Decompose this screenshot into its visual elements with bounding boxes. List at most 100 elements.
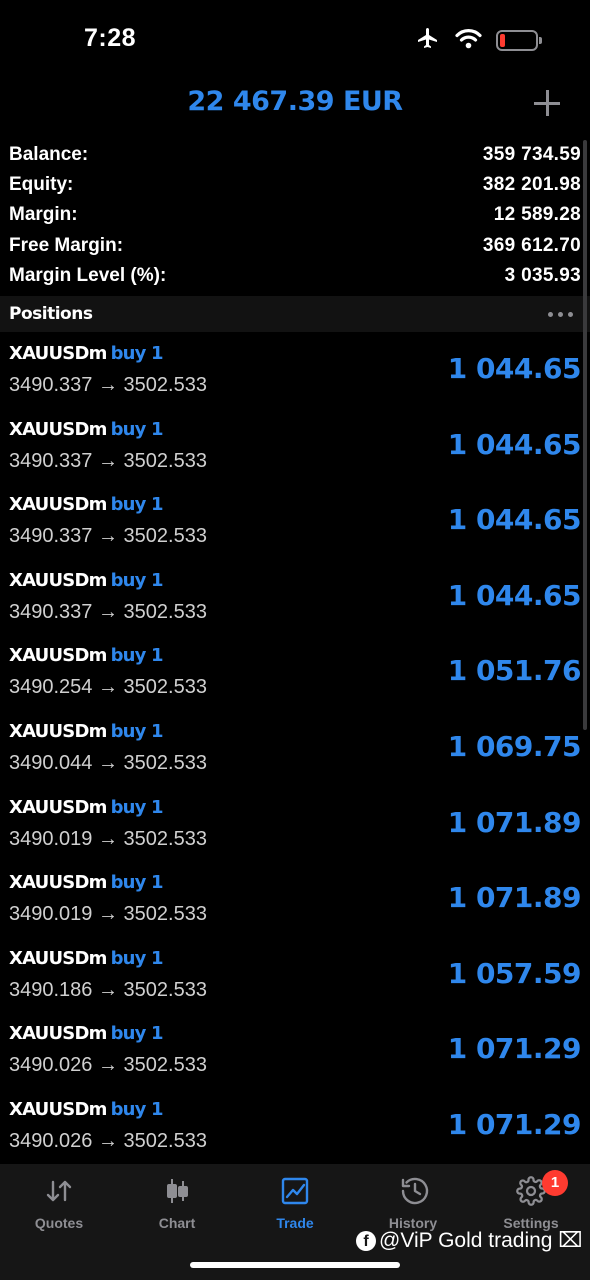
airplane-icon <box>415 26 441 55</box>
position-prices: 3490.337 → 3502.533 <box>9 525 207 548</box>
position-prices: 3490.019 → 3502.533 <box>9 827 207 850</box>
summary-label: Free Margin: <box>9 234 124 256</box>
account-profit-title: 22 467.39 EUR <box>187 86 403 117</box>
position-profit: 1 044.65 <box>447 352 582 385</box>
watermark: f @ViP Gold trading ⌧ <box>356 1228 583 1253</box>
position-row[interactable]: XAUUSDm buy 1 3490.026 → 3502.533 1 071.29 <box>0 1012 590 1088</box>
summary-value: 12 589.28 <box>493 204 581 226</box>
app-header: 22 467.39 EUR <box>0 80 590 130</box>
account-summary: Balance: 359 734.59 Equity: 382 201.98 Margi… <box>0 140 590 291</box>
position-type: buy 1 <box>110 947 164 969</box>
summary-value: 369 612.70 <box>482 234 581 256</box>
tab-label: Trade <box>276 1215 314 1231</box>
summary-label: Equity: <box>9 174 74 196</box>
position-type: buy 1 <box>110 343 164 364</box>
position-row[interactable]: XAUUSDm buy 1 3490.019 → 3502.533 1 071.89 <box>0 786 590 862</box>
position-profit: 1 071.29 <box>447 1032 582 1066</box>
scrollbar[interactable] <box>583 140 587 730</box>
more-dots-icon[interactable] <box>548 311 573 317</box>
position-profit: 1 057.59 <box>447 956 582 990</box>
candlestick-chart-icon <box>162 1176 192 1206</box>
position-profit: 1 044.65 <box>447 503 582 537</box>
position-prices: 3490.254 → 3502.533 <box>9 676 207 699</box>
position-type: buy 1 <box>110 645 164 667</box>
positions-list: XAUUSDm buy 1 3490.337 → 3502.533 1 044.65 X… <box>0 332 590 1164</box>
tab-trade[interactable]: Trade <box>236 1164 354 1244</box>
summary-value: 3 035.93 <box>504 264 581 286</box>
position-title: XAUUSDm buy 1 <box>9 796 164 818</box>
status-bar: 7:28 <box>0 0 590 80</box>
summary-row: Margin: 12 589.28 <box>0 200 590 230</box>
position-title: XAUUSDm buy 1 <box>9 494 164 516</box>
position-prices: 3490.337 → 3502.533 <box>9 600 207 623</box>
position-row[interactable]: XAUUSDm buy 1 3490.254 → 3502.533 1 051.76 <box>0 634 590 710</box>
position-profit: 1 071.29 <box>447 1107 582 1141</box>
position-type: buy 1 <box>110 418 164 440</box>
tab-label: Chart <box>158 1215 196 1231</box>
summary-value: 382 201.98 <box>482 174 581 196</box>
plus-icon[interactable] <box>532 88 562 118</box>
position-title: XAUUSDm buy 1 <box>9 569 164 591</box>
position-type: buy 1 <box>110 494 164 516</box>
tab-chart[interactable]: Chart <box>118 1164 236 1244</box>
position-prices: 3490.337 → 3502.533 <box>9 449 207 472</box>
position-profit: 1 044.65 <box>447 427 582 461</box>
position-type: buy 1 <box>110 796 164 818</box>
position-symbol: XAUUSDm <box>9 494 107 516</box>
position-row[interactable]: XAUUSDm buy 1 3490.019 → 3502.533 1 071.89 <box>0 861 590 937</box>
quotes-arrows-icon <box>44 1176 74 1206</box>
position-profit: 1 044.65 <box>447 578 582 612</box>
position-row[interactable]: XAUUSDm buy 1 3490.337 → 3502.533 1 044.65 <box>0 559 590 635</box>
wifi-icon <box>455 28 482 54</box>
summary-row: Free Margin: 369 612.70 <box>0 231 590 261</box>
position-prices: 3490.026 → 3502.533 <box>9 1129 207 1152</box>
position-title: XAUUSDm buy 1 <box>9 1098 164 1120</box>
tab-label: Quotes <box>34 1215 84 1231</box>
summary-row: Balance: 359 734.59 <box>0 140 590 170</box>
position-profit: 1 069.75 <box>447 729 582 763</box>
position-symbol: XAUUSDm <box>9 645 107 667</box>
position-symbol: XAUUSDm <box>9 343 107 364</box>
position-row[interactable]: XAUUSDm buy 1 3490.026 → 3502.533 1 071.29 <box>0 1088 590 1164</box>
summary-label: Margin: <box>9 204 78 226</box>
position-row[interactable]: XAUUSDm buy 1 3490.044 → 3502.533 1 069.75 <box>0 710 590 786</box>
position-type: buy 1 <box>110 720 164 742</box>
tab-quotes[interactable]: Quotes <box>0 1164 118 1244</box>
position-profit: 1 071.89 <box>447 805 582 839</box>
position-type: buy 1 <box>110 1023 164 1045</box>
watermark-text: @ViP Gold trading ⌧ <box>379 1229 583 1252</box>
position-symbol: XAUUSDm <box>9 569 107 591</box>
positions-title: Positions <box>9 304 93 324</box>
position-symbol: XAUUSDm <box>9 720 107 742</box>
position-row[interactable]: XAUUSDm buy 1 3490.337 → 3502.533 1 044.65 <box>0 332 590 408</box>
battery-icon <box>496 30 542 51</box>
position-symbol: XAUUSDm <box>9 1098 107 1120</box>
position-prices: 3490.337 → 3502.533 <box>9 374 207 396</box>
position-prices: 3490.019 → 3502.533 <box>9 903 207 926</box>
summary-row: Margin Level (%): 3 035.93 <box>0 261 590 291</box>
position-row[interactable]: XAUUSDm buy 1 3490.186 → 3502.533 1 057.59 <box>0 937 590 1013</box>
settings-badge: 1 <box>542 1170 568 1196</box>
position-title: XAUUSDm buy 1 <box>9 872 164 893</box>
position-row[interactable]: XAUUSDm buy 1 3490.337 → 3502.533 1 044.65 <box>0 408 590 484</box>
summary-label: Balance: <box>9 144 89 166</box>
position-prices: 3490.186 → 3502.533 <box>9 978 207 1001</box>
position-symbol: XAUUSDm <box>9 796 107 818</box>
history-clock-icon <box>398 1176 429 1206</box>
position-title: XAUUSDm buy 1 <box>9 947 164 969</box>
trade-chart-icon <box>280 1176 310 1206</box>
summary-row: Equity: 382 201.98 <box>0 170 590 200</box>
position-prices: 3490.026 → 3502.533 <box>9 1054 207 1077</box>
position-title: XAUUSDm buy 1 <box>9 1023 164 1045</box>
position-title: XAUUSDm buy 1 <box>9 343 164 364</box>
position-row[interactable]: XAUUSDm buy 1 3490.337 → 3502.533 1 044.65 <box>0 483 590 559</box>
position-prices: 3490.044 → 3502.533 <box>9 751 207 774</box>
position-title: XAUUSDm buy 1 <box>9 418 164 440</box>
status-time: 7:28 <box>84 24 137 52</box>
position-type: buy 1 <box>110 569 164 591</box>
position-title: XAUUSDm buy 1 <box>9 645 164 667</box>
position-profit: 1 051.76 <box>447 654 582 688</box>
position-symbol: XAUUSDm <box>9 418 107 440</box>
position-title: XAUUSDm buy 1 <box>9 720 164 742</box>
positions-header: Positions <box>0 296 590 332</box>
